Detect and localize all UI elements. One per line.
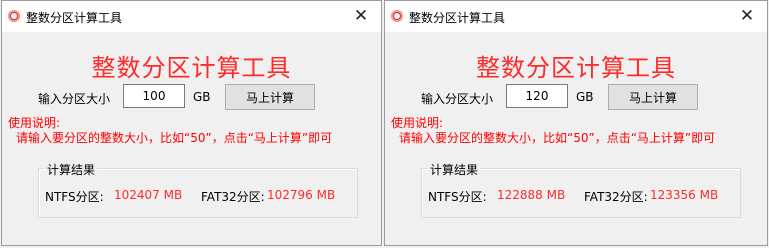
calculator-window-2: 整数分区计算工具 ✕ 整数分区计算工具 输入分区大小 GB 马上计算 使用说明:… [384,0,768,246]
title-bar[interactable]: 整数分区计算工具 ✕ [2,1,381,32]
app-heading: 整数分区计算工具 [91,54,292,82]
ntfs-label: NTFS分区: [428,190,487,204]
title-bar[interactable]: 整数分区计算工具 ✕ [385,1,767,32]
unit-label: GB [576,90,594,104]
close-button[interactable]: ✕ [341,1,381,31]
window-title: 整数分区计算工具 [409,11,506,25]
fat32-value: 102796 MB [267,188,336,202]
close-button[interactable]: ✕ [727,1,767,31]
ntfs-value: 102407 MB [114,188,183,202]
calculate-button[interactable]: 马上计算 [608,84,698,110]
usage-instructions: 请输入要分区的整数大小，比如“50”，点击“马上计算”即可 [16,131,333,145]
window-title: 整数分区计算工具 [26,11,123,25]
fat32-value: 123356 MB [650,188,719,202]
result-groupbox: 计算结果 NTFS分区: 102407 MB FAT32分区: 102796 M… [38,161,358,218]
app-icon [391,10,403,22]
calculate-button[interactable]: 马上计算 [225,84,315,110]
partition-size-label: 输入分区大小 [38,92,111,106]
app-icon [8,10,20,22]
unit-label: GB [193,90,211,104]
result-groupbox: 计算结果 NTFS分区: 122888 MB FAT32分区: 123356 M… [421,161,741,218]
result-group-title: 计算结果 [45,161,98,178]
partition-size-input[interactable] [123,84,185,108]
ntfs-label: NTFS分区: [45,190,104,204]
partition-size-input[interactable] [506,84,568,108]
app-heading: 整数分区计算工具 [476,54,676,82]
result-group-title: 计算结果 [428,161,481,178]
ntfs-value: 122888 MB [497,188,566,202]
screenshot-stage: 整数分区计算工具 ✕ 整数分区计算工具 输入分区大小 GB 马上计算 使用说明:… [0,0,769,248]
usage-instructions: 请输入要分区的整数大小，比如“50”，点击“马上计算”即可 [399,131,716,145]
partition-size-label: 输入分区大小 [421,92,494,106]
calculator-window-1: 整数分区计算工具 ✕ 整数分区计算工具 输入分区大小 GB 马上计算 使用说明:… [1,0,382,246]
fat32-label: FAT32分区: [584,190,648,204]
fat32-label: FAT32分区: [201,190,265,204]
